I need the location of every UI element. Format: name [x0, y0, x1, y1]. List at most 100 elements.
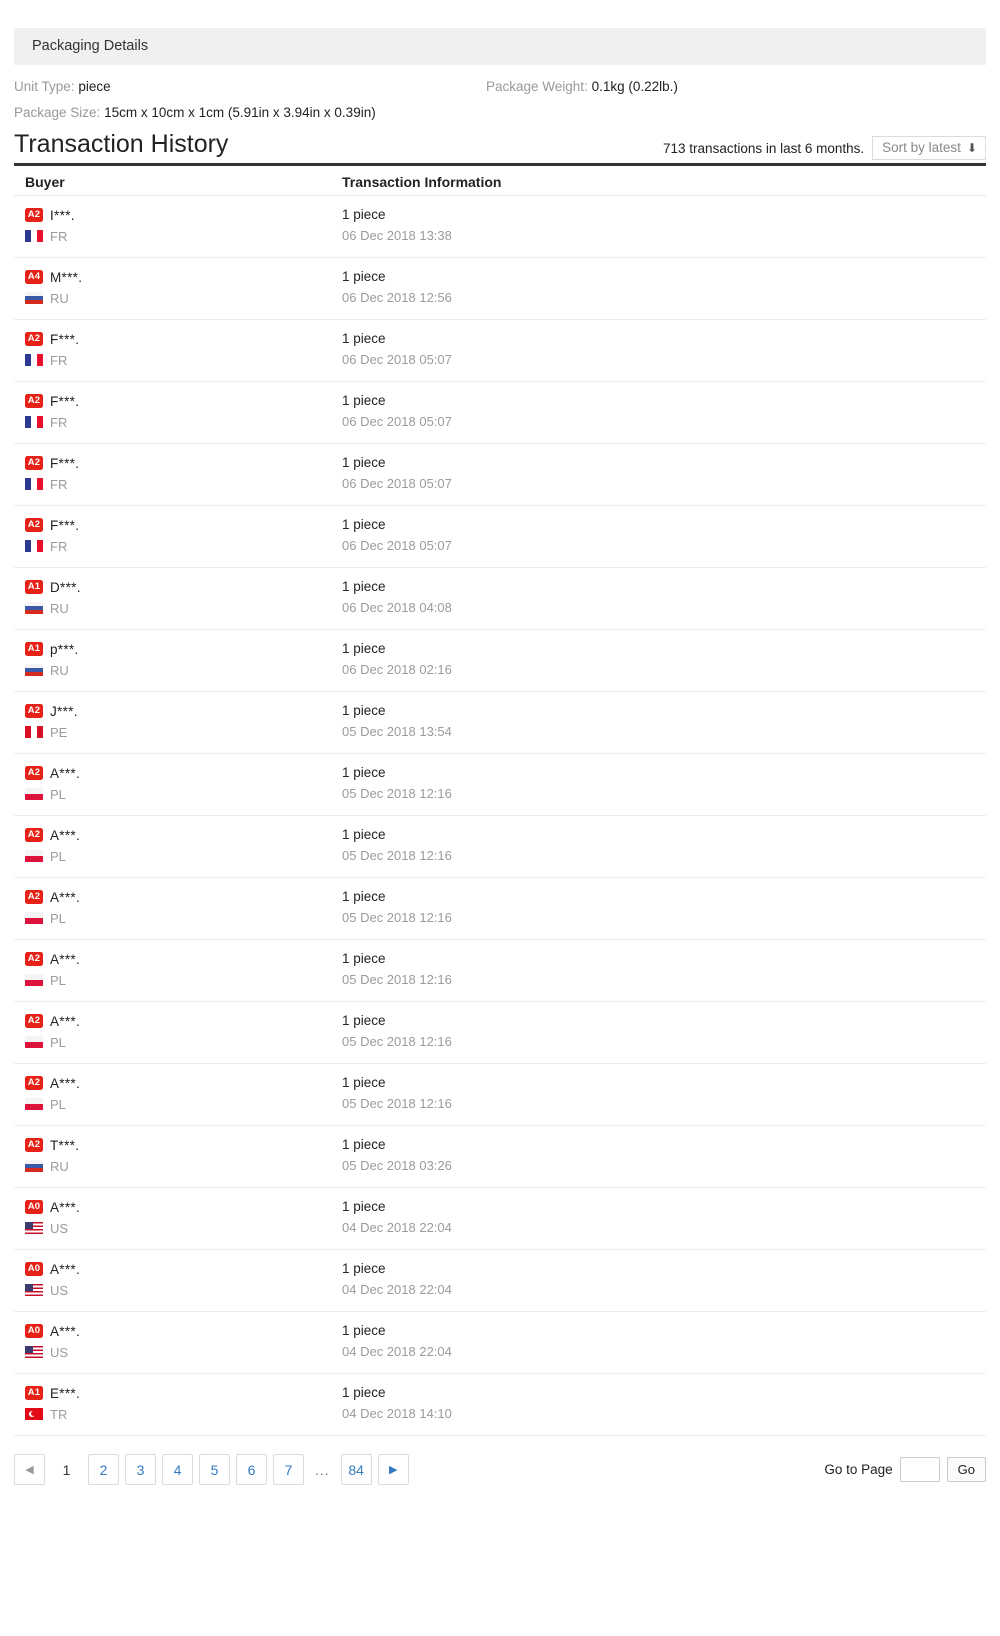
pagination-page-1: 1 — [51, 1454, 82, 1485]
sort-by-latest-button[interactable]: Sort by latest ⬇ — [872, 136, 986, 160]
buyer-country: RU — [25, 598, 339, 618]
buyer-level-badge: A1 — [25, 1386, 43, 1400]
country-code: US — [50, 1282, 69, 1298]
buyer-country: FR — [25, 226, 339, 246]
buyer-country: US — [25, 1218, 339, 1238]
buyer-identity: A2 A***. — [25, 887, 339, 907]
table-row: A2 A***. PL 1 piece 05 Dec 2018 12:16 — [14, 940, 986, 1002]
transaction-date: 06 Dec 2018 05:07 — [342, 476, 452, 491]
transaction-date: 05 Dec 2018 12:16 — [342, 848, 452, 863]
buyer-cell: A2 A***. PL — [14, 763, 339, 804]
column-header-buyer: Buyer — [25, 173, 65, 190]
pagination-page-2[interactable]: 2 — [88, 1454, 119, 1485]
goto-page-input[interactable] — [899, 1457, 940, 1482]
buyer-level-badge: A2 — [25, 208, 43, 222]
fr-flag-icon — [25, 416, 43, 428]
transaction-count: 713 transactions in last 6 months. — [663, 140, 865, 156]
buyer-cell: A2 J***. PE — [14, 701, 339, 742]
transaction-date: 05 Dec 2018 12:16 — [342, 972, 452, 987]
transaction-date: 06 Dec 2018 05:07 — [342, 538, 452, 553]
buyer-name: A***. — [50, 827, 81, 843]
buyer-identity: A4 M***. — [25, 267, 339, 287]
transaction-quantity: 1 piece — [342, 1199, 386, 1214]
buyer-name: M***. — [50, 269, 83, 285]
buyer-level-badge: A0 — [25, 1262, 43, 1276]
transaction-date: 06 Dec 2018 04:08 — [342, 600, 452, 615]
transaction-quantity: 1 piece — [342, 517, 386, 532]
buyer-level-badge: A2 — [25, 890, 43, 904]
us-flag-icon — [25, 1284, 43, 1296]
buyer-identity: A2 J***. — [25, 701, 339, 721]
transaction-info-cell: 1 piece 06 Dec 2018 05:07 — [339, 329, 986, 370]
buyer-country: TR — [25, 1404, 339, 1424]
buyer-cell: A2 F***. FR — [14, 453, 339, 494]
package-size-row: Package Size: 15cm x 10cm x 1cm (5.91in … — [14, 105, 986, 120]
buyer-country: RU — [25, 288, 339, 308]
transaction-info-cell: 1 piece 06 Dec 2018 13:38 — [339, 205, 986, 246]
pagination-page-5[interactable]: 5 — [199, 1454, 230, 1485]
country-code: TR — [50, 1406, 68, 1422]
table-row: A2 A***. PL 1 piece 05 Dec 2018 12:16 — [14, 1064, 986, 1126]
transaction-date: 06 Dec 2018 05:07 — [342, 414, 452, 429]
pagination-page-7[interactable]: 7 — [273, 1454, 304, 1485]
country-code: FR — [50, 538, 68, 554]
buyer-identity: A2 A***. — [25, 763, 339, 783]
transaction-date: 05 Dec 2018 13:54 — [342, 724, 452, 739]
transaction-quantity: 1 piece — [342, 269, 386, 284]
country-code: FR — [50, 414, 68, 430]
pagination-page-3[interactable]: 3 — [125, 1454, 156, 1485]
transaction-info-cell: 1 piece 05 Dec 2018 12:16 — [339, 825, 986, 866]
transaction-date: 05 Dec 2018 03:26 — [342, 1158, 452, 1173]
buyer-name: J***. — [50, 703, 78, 719]
buyer-identity: A2 A***. — [25, 1073, 339, 1093]
buyer-cell: A1 E***. TR — [14, 1383, 339, 1424]
fr-flag-icon — [25, 540, 43, 552]
transaction-date: 05 Dec 2018 12:16 — [342, 786, 452, 801]
transaction-quantity: 1 piece — [342, 1323, 386, 1338]
pagination-next-button[interactable]: ▶ — [377, 1454, 409, 1485]
transaction-quantity: 1 piece — [342, 1137, 386, 1152]
buyer-identity: A0 A***. — [25, 1321, 339, 1341]
transaction-history-page: Packaging Details Unit Type: piece Packa… — [0, 28, 1000, 1636]
tr-flag-icon — [25, 1408, 43, 1420]
buyer-level-badge: A2 — [25, 828, 43, 842]
transaction-quantity: 1 piece — [342, 393, 386, 408]
country-code: FR — [50, 352, 68, 368]
buyer-identity: A1 D***. — [25, 577, 339, 597]
country-code: FR — [50, 476, 68, 492]
buyer-country: FR — [25, 474, 339, 494]
buyer-cell: A2 A***. PL — [14, 1011, 339, 1052]
buyer-name: T***. — [50, 1137, 80, 1153]
fr-flag-icon — [25, 478, 43, 490]
transaction-date: 04 Dec 2018 22:04 — [342, 1344, 452, 1359]
buyer-cell: A2 A***. PL — [14, 825, 339, 866]
unit-type-value: piece — [78, 79, 111, 94]
buyer-level-badge: A2 — [25, 456, 43, 470]
pagination-page-4[interactable]: 4 — [162, 1454, 193, 1485]
buyer-name: p***. — [50, 641, 79, 657]
pagination-last-page[interactable]: 84 — [340, 1454, 372, 1485]
buyer-identity: A0 A***. — [25, 1259, 339, 1279]
us-flag-icon — [25, 1346, 43, 1358]
transaction-date: 05 Dec 2018 12:16 — [342, 910, 452, 925]
buyer-cell: A0 A***. US — [14, 1197, 339, 1238]
transaction-quantity: 1 piece — [342, 641, 386, 656]
buyer-name: A***. — [50, 765, 81, 781]
table-row: A2 A***. PL 1 piece 05 Dec 2018 12:16 — [14, 878, 986, 940]
table-body: A2 I***. FR 1 piece 06 Dec 2018 13:38 A4 M***.… — [14, 196, 986, 1436]
transaction-info-cell: 1 piece 06 Dec 2018 12:56 — [339, 267, 986, 308]
transaction-info-cell: 1 piece 04 Dec 2018 22:04 — [339, 1321, 986, 1362]
country-code: PL — [50, 972, 66, 988]
transaction-history-controls: 713 transactions in last 6 months. Sort … — [663, 136, 986, 160]
arrow-down-icon: ⬇ — [966, 140, 977, 155]
country-code: PL — [50, 1034, 66, 1050]
go-button[interactable]: Go — [946, 1457, 986, 1482]
transaction-info-cell: 1 piece 06 Dec 2018 05:07 — [339, 391, 986, 432]
ru-flag-icon — [25, 1160, 43, 1172]
table-row: A2 T***. RU 1 piece 05 Dec 2018 03:26 — [14, 1126, 986, 1188]
buyer-cell: A2 A***. PL — [14, 1073, 339, 1114]
buyer-cell: A2 F***. FR — [14, 515, 339, 556]
buyer-cell: A0 A***. US — [14, 1321, 339, 1362]
pagination-prev-button[interactable]: ◀ — [14, 1454, 45, 1485]
pagination-page-6[interactable]: 6 — [236, 1454, 267, 1485]
